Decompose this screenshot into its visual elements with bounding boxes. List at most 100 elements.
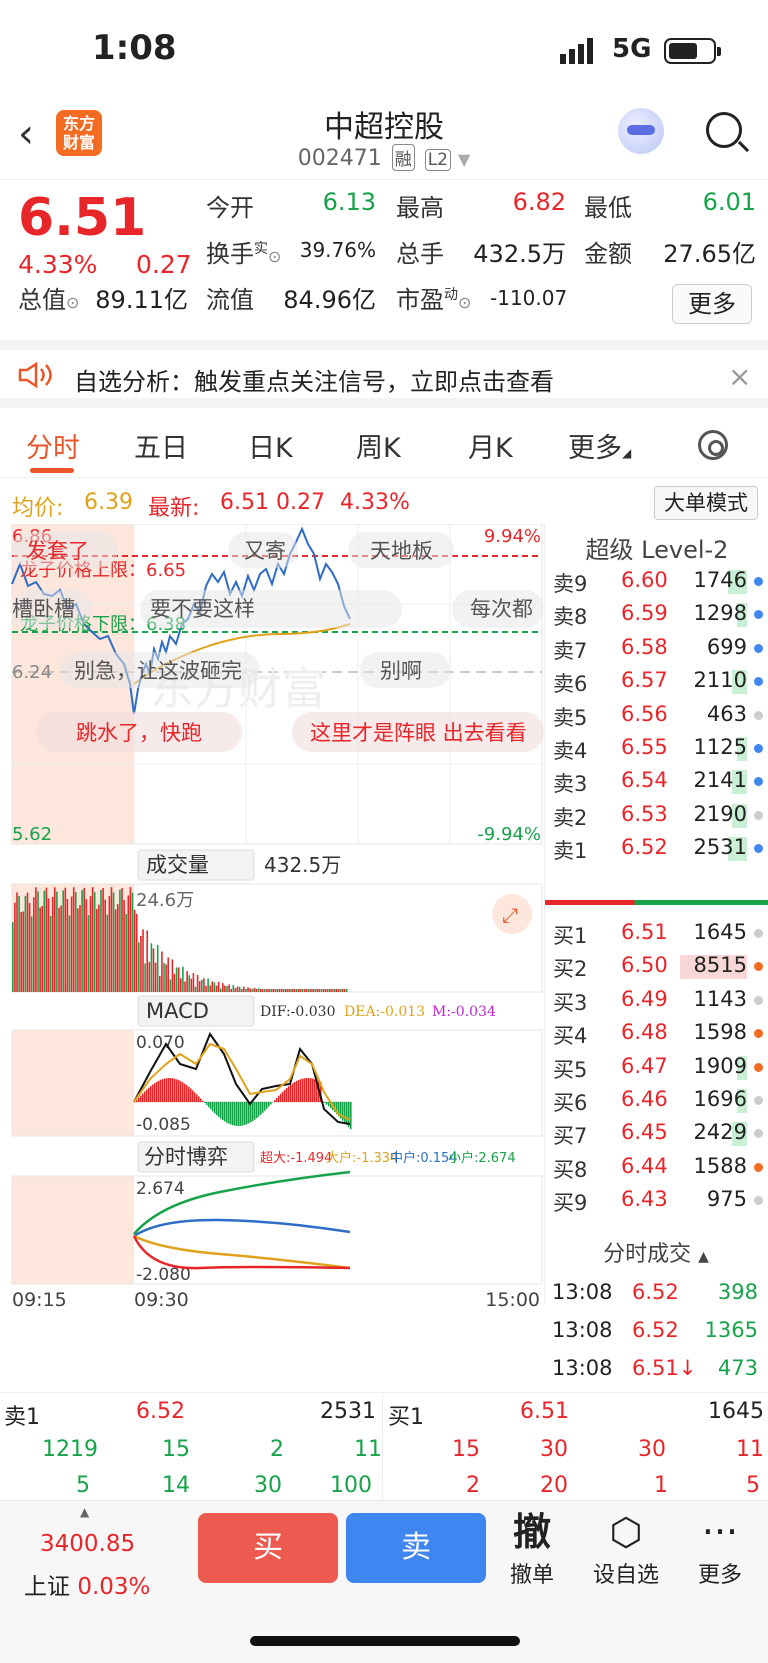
volume-bar [190,978,193,992]
volume-bar [234,988,237,992]
ask-row[interactable]: 卖8 6.59 1298 [545,597,768,632]
volume-bar [47,898,50,992]
volume-bar [232,984,235,992]
ask-row[interactable]: 卖4 6.55 1125 [545,731,768,766]
volume-bar [324,989,327,992]
ask-row[interactable]: 卖1 6.52 2531 [545,831,768,866]
volume-bar [219,988,222,992]
level-dot [754,777,763,787]
macd-bar [214,1102,216,1114]
tab-monthly[interactable]: 月K [468,426,513,465]
ask-row[interactable]: 卖6 6.57 2110 [545,664,768,699]
quote-panel: 6.51 4.33% 0.27 今开 6.13 最高 6.82 最低 6.01 … [0,180,768,340]
bid-row[interactable]: 买8 6.44 1588 [545,1150,768,1185]
macd-bar [156,1081,158,1102]
macd-bar [238,1102,240,1126]
ask-row[interactable]: 卖5 6.56 463 [545,698,768,733]
index-value[interactable]: 3400.85 [40,1531,135,1557]
assistant-robot-icon[interactable] [618,108,664,154]
ticks-header[interactable]: 分时成交 ▲ [544,1236,768,1276]
tab-intraday[interactable]: 分时 [26,426,80,465]
intraday-chart[interactable]: 东方财富 6.86 5.62 6.24 9.94% -9.94% 龙子价格上限：… [0,524,544,1394]
volume-bar [163,962,165,992]
level-dot [754,929,763,938]
l1-sell-q: 100 [330,1473,372,1498]
ask-row[interactable]: 卖9 6.60 1746 [545,564,768,599]
volume-bar [295,989,298,992]
macd-bar [170,1078,172,1102]
ask-row[interactable]: 卖3 6.54 2141 [545,764,768,799]
level-volume: 1696 [693,1087,747,1111]
volume-bar [35,887,37,992]
high-value: 6.82 [512,188,566,216]
time-open: 09:30 [134,1289,189,1311]
level-volume: 975 [706,1187,747,1212]
index-name[interactable]: 上证 0.03% [24,1567,150,1601]
level-price: 6.49 [621,986,668,1011]
l1-buy-label: 买1 [388,1405,424,1430]
volume-bar [314,989,316,992]
volume-bar [345,989,348,992]
volume-bar [87,914,90,992]
bid-row[interactable]: 买4 6.48 1598 [545,1016,768,1051]
macd-bar [278,1095,280,1102]
more-quote-button[interactable]: 更多 [672,284,752,324]
bid-row[interactable]: 买6 6.46 1696 [545,1083,768,1118]
mktcap-value: 89.11亿 [95,286,188,314]
macd-bar [302,1078,304,1102]
volume-bar [255,989,258,992]
ask-row[interactable]: 卖2 6.53 2190 [545,798,768,833]
bid-row[interactable]: 买1 6.51 1645 [545,916,768,951]
volume-bar [26,892,29,992]
alert-banner[interactable]: 自选分析：触发重点关注信号，立即点击查看 × [0,340,768,408]
cancel-order-button[interactable]: 撤 撤单 [492,1507,572,1589]
tab-weekly[interactable]: 周K [356,426,401,465]
caret-up-icon: ▲ [698,1249,709,1265]
ask-row[interactable]: 卖7 6.58 699 [545,631,768,666]
level-label: 卖4 [553,739,588,763]
pe-value: -110.07 [490,286,568,310]
low-label: 最低 [584,194,632,222]
level-price: 6.56 [621,701,668,726]
bid-row[interactable]: 买5 6.47 1909 [545,1050,768,1085]
level-price: 6.46 [621,1087,668,1111]
macd-bar [168,1078,170,1102]
bid-row[interactable]: 买3 6.49 1143 [545,983,768,1018]
sell-button[interactable]: 卖 [346,1513,486,1583]
tab-more[interactable]: 更多◢ [568,426,631,465]
big-order-mode-button[interactable]: 大单模式 [654,486,758,520]
macd-bar [244,1102,246,1126]
macd-bar [146,1089,148,1102]
bid-row[interactable]: 买9 6.43 975 [545,1183,768,1218]
search-icon[interactable] [706,112,742,148]
volume-bar [331,989,333,992]
volume-bar [37,891,39,992]
tab-daily[interactable]: 日K [248,426,293,465]
macd-bar [172,1078,174,1102]
volume-bar [83,887,85,992]
volume-bar [22,911,25,992]
tab-5day[interactable]: 五日 [134,426,188,465]
volume-bar [276,989,279,992]
volume-bar [253,987,256,992]
level-volume: 1298 [693,601,747,626]
macd-bar [138,1097,140,1102]
volume-bar [112,892,115,992]
volume-bar [127,895,130,992]
level-dot [754,643,763,653]
bid-row[interactable]: 买2 6.50 8515 [545,949,768,984]
level-label: 买2 [553,957,588,982]
add-watchlist-button[interactable]: ⬡ 设自选 [586,1507,666,1589]
bid-row[interactable]: 买7 6.45 2429 [545,1116,768,1151]
volume-bar [207,978,209,992]
macd-bar [224,1102,226,1122]
more-button[interactable]: ··· 更多 [680,1507,760,1589]
level-price: 6.54 [621,768,668,793]
last-price: 6.51 [18,188,147,248]
l1-sell-q: 1219 [42,1437,98,1462]
volume-bar [320,989,323,992]
buy-button[interactable]: 买 [198,1513,338,1583]
close-icon[interactable]: × [728,360,751,393]
active-tab-indicator [30,468,74,473]
gear-icon[interactable] [698,430,728,460]
